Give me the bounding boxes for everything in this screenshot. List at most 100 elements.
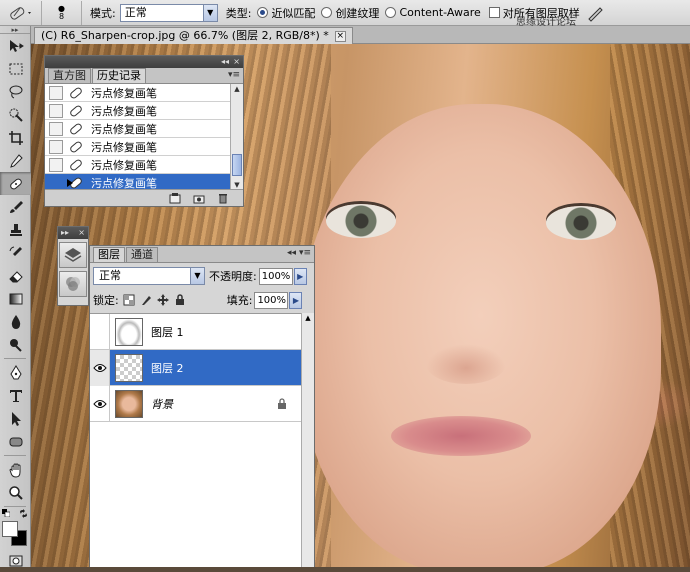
type-tool[interactable] (0, 384, 31, 407)
expand-icon[interactable]: ▸▸ (61, 227, 69, 239)
tool-preset-picker[interactable] (0, 0, 42, 25)
scroll-thumb[interactable] (232, 154, 242, 176)
history-source-checkbox[interactable] (49, 85, 63, 100)
new-document-from-state-icon[interactable] (169, 192, 181, 204)
trash-icon[interactable] (217, 193, 229, 204)
layers-panel-button[interactable] (59, 242, 87, 268)
crop-tool[interactable] (0, 126, 31, 149)
eraser-tool[interactable] (0, 264, 31, 287)
lock-image-pixels-icon[interactable] (139, 293, 153, 307)
type-radio-content-aware[interactable]: Content-Aware (385, 6, 481, 19)
layer-visibility-toggle[interactable] (90, 349, 110, 386)
lock-all-icon[interactable] (173, 293, 187, 307)
spot-healing-brush-icon (67, 157, 85, 173)
gradient-tool[interactable] (0, 287, 31, 310)
document-tab[interactable]: (C) R6_Sharpen-crop.jpg @ 66.7% (图层 2, R… (34, 27, 353, 44)
fill-input[interactable]: 100% (254, 291, 289, 309)
path-selection-tool[interactable] (0, 407, 31, 430)
collapse-icon[interactable]: ◂◂ (221, 56, 229, 68)
history-item[interactable]: 污点修复画笔 (45, 120, 231, 138)
pen-icon (9, 364, 22, 379)
tab-layers[interactable]: 图层 (93, 247, 125, 262)
history-state-marker-icon (67, 179, 73, 187)
layer-row[interactable]: 背景 (90, 385, 301, 422)
right-eye (546, 206, 616, 240)
layer-row[interactable]: 图层 1 (90, 313, 301, 350)
panel-menu-icon[interactable]: ▾≡ (228, 70, 240, 81)
history-item[interactable]: 污点修复画笔 (45, 138, 231, 156)
toolbar-grip[interactable]: ▸▸ (0, 26, 30, 34)
clone-stamp-tool[interactable] (0, 218, 31, 241)
tab-histogram[interactable]: 直方图 (48, 68, 91, 83)
move-tool[interactable] (0, 34, 31, 57)
history-source-checkbox[interactable] (49, 175, 63, 190)
scroll-up-icon[interactable]: ▲ (232, 84, 242, 94)
history-scrollbar[interactable]: ▲ ▼ (230, 84, 243, 190)
default-colors-icon[interactable] (2, 509, 10, 517)
foreground-color-swatch[interactable] (2, 521, 18, 537)
lasso-icon (9, 85, 22, 98)
type-radio-proximity[interactable]: 近似匹配 (257, 5, 315, 21)
blur-tool[interactable] (0, 310, 31, 333)
quick-mask-icon (9, 555, 22, 566)
close-icon[interactable]: × (78, 227, 85, 239)
spot-healing-brush-icon (67, 139, 85, 155)
pen-tool[interactable] (0, 361, 31, 384)
layer-row-selected[interactable]: 图层 2 (90, 349, 301, 386)
tab-channels[interactable]: 通道 (126, 247, 158, 262)
pressure-brush-icon[interactable] (586, 4, 606, 22)
history-item[interactable]: 污点修复画笔 (45, 84, 231, 102)
layers-scrollbar[interactable]: ▲ (301, 313, 314, 567)
lock-position-icon[interactable] (156, 293, 170, 307)
camera-snapshot-icon[interactable] (193, 193, 205, 204)
history-source-checkbox[interactable] (49, 121, 63, 136)
marquee-tool[interactable] (0, 57, 31, 80)
panel-menu-icon[interactable]: ▾≡ (299, 248, 311, 259)
history-item[interactable]: 污点修复画笔 (45, 156, 231, 174)
face-region (301, 104, 661, 567)
zoom-tool[interactable] (0, 481, 31, 504)
quick-mask-button[interactable] (0, 549, 31, 572)
brush-tool[interactable] (0, 195, 31, 218)
opacity-input[interactable]: 100% (258, 267, 293, 285)
dodge-tool[interactable] (0, 333, 31, 356)
magnifier-icon (8, 485, 23, 500)
type-radio-texture[interactable]: 创建纹理 (321, 5, 379, 21)
mode-select-value: 正常 (124, 5, 147, 19)
panel-title-bar[interactable]: ▸▸ × (58, 227, 88, 239)
sample-all-layers-checkbox[interactable] (488, 7, 500, 18)
blend-mode-select[interactable]: 正常 ▼ (93, 267, 205, 285)
toolbar-separator (4, 455, 26, 456)
history-source-checkbox[interactable] (49, 139, 63, 154)
fill-slider-arrow-icon[interactable]: ▶ (289, 291, 303, 309)
panel-menu-icon[interactable]: ◂◂ (287, 248, 296, 259)
lasso-tool[interactable] (0, 80, 31, 103)
history-item-selected[interactable]: 污点修复画笔 (45, 174, 231, 190)
mode-label: 模式: (90, 6, 116, 20)
swap-colors-icon[interactable] (19, 509, 28, 518)
tab-history[interactable]: 历史记录 (92, 68, 146, 83)
panel-title-bar[interactable]: ◂◂ × (45, 56, 243, 68)
opacity-slider-arrow-icon[interactable]: ▶ (293, 267, 307, 285)
lock-transparent-pixels-icon[interactable] (122, 293, 136, 307)
layer-visibility-toggle[interactable] (90, 313, 110, 350)
shape-tool[interactable] (0, 430, 31, 453)
layer-lock-row: 锁定: 填充: 100% ▶ (93, 290, 309, 310)
history-brush-tool[interactable] (0, 241, 31, 264)
layer-visibility-toggle[interactable] (90, 385, 110, 422)
eyedropper-tool[interactable] (0, 149, 31, 172)
mode-select[interactable]: 正常 ▼ (119, 3, 218, 22)
channels-panel-button[interactable] (59, 271, 87, 297)
brush-size-picker[interactable]: ● 8 (42, 0, 82, 25)
quick-selection-icon (9, 108, 23, 122)
scroll-up-icon[interactable]: ▲ (303, 313, 313, 323)
history-source-checkbox[interactable] (49, 103, 63, 118)
layers-panel: 图层 通道 ◂◂ ▾≡ 正常 ▼ 不透明度: 100% ▶ 锁定: 填充: 10… (89, 245, 315, 567)
spot-healing-brush-tool[interactable] (0, 172, 31, 195)
close-icon[interactable]: × (233, 56, 240, 68)
history-source-checkbox[interactable] (49, 157, 63, 172)
history-item[interactable]: 污点修复画笔 (45, 102, 231, 120)
hand-tool[interactable] (0, 458, 31, 481)
quick-selection-tool[interactable] (0, 103, 31, 126)
close-icon[interactable]: × (334, 30, 346, 42)
